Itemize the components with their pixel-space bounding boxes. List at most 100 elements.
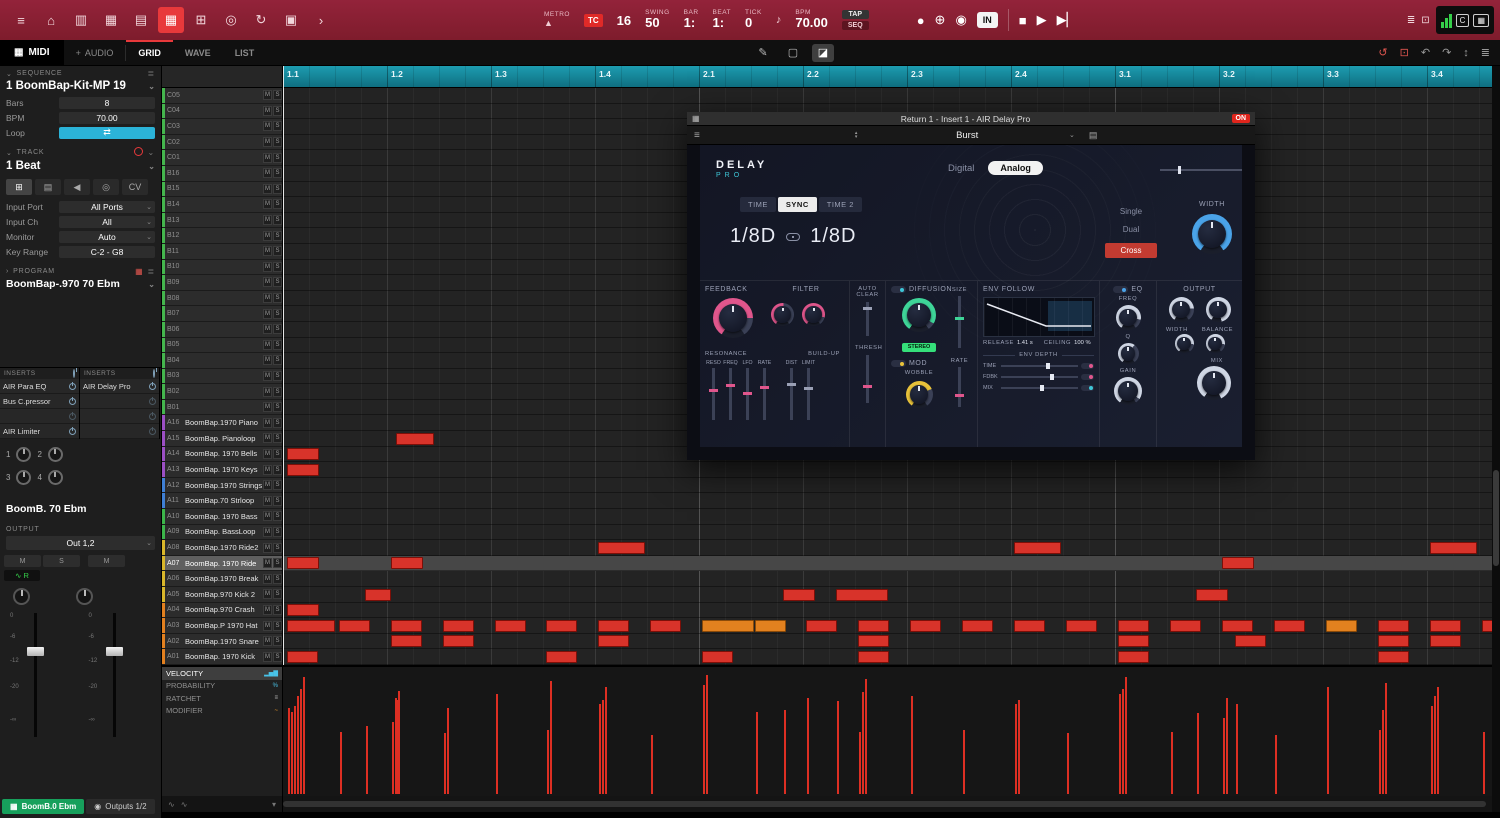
pad-solo-button[interactable]: S (273, 465, 282, 475)
pad-solo-button[interactable]: S (273, 106, 282, 116)
power-icon[interactable] (153, 369, 155, 378)
filter-low-knob[interactable] (771, 303, 794, 326)
playhead[interactable] (283, 66, 284, 665)
lane-tab-modifier[interactable]: MODIFIER~ (162, 705, 282, 718)
program-pads-icon[interactable]: ▦ (135, 267, 143, 276)
pad-solo-button[interactable]: S (273, 90, 282, 100)
window-icon[interactable]: ⊡ (1421, 15, 1429, 26)
tab-grid-view[interactable]: GRID (126, 40, 173, 66)
midi-note[interactable] (1482, 620, 1492, 632)
track-row-B08[interactable]: B08MS (162, 291, 283, 307)
midi-note[interactable] (391, 635, 422, 647)
midi-note[interactable] (546, 620, 577, 632)
midi-note[interactable] (598, 620, 629, 632)
undo-icon[interactable]: ↶ (1421, 46, 1430, 59)
pad-solo-button[interactable]: S (273, 121, 282, 131)
pencil-tool-icon[interactable]: ✎ (752, 44, 774, 62)
pan-knob-2[interactable] (76, 588, 93, 605)
pad-mute-button[interactable]: M (263, 309, 272, 319)
horizontal-scrollbar[interactable] (283, 796, 1492, 812)
velocity-bar[interactable] (862, 692, 864, 794)
pad-mute-button[interactable]: M (263, 231, 272, 241)
tab-wave-view[interactable]: WAVE (173, 40, 223, 66)
midi-note[interactable] (1066, 620, 1097, 632)
time-correct-value[interactable]: 16 (617, 13, 631, 28)
stop-button[interactable]: ■ (1019, 13, 1027, 28)
track-row-A14[interactable]: A14BoomBap. 1970 BellsMS (162, 447, 283, 463)
pad-solo-button[interactable]: S (273, 262, 282, 272)
track-row-B05[interactable]: B05MS (162, 338, 283, 354)
pad-solo-button[interactable]: S (273, 137, 282, 147)
pad-solo-button[interactable]: S (273, 215, 282, 225)
pad-mute-button[interactable]: M (263, 153, 272, 163)
track-row-B14[interactable]: B14MS (162, 197, 283, 213)
midi-note[interactable] (396, 433, 434, 445)
velocity-bar[interactable] (706, 675, 708, 794)
thresh-slider[interactable] (866, 355, 869, 403)
midi-note[interactable] (1118, 651, 1149, 663)
velocity-bar[interactable] (756, 712, 758, 794)
pad-solo-button[interactable]: S (273, 340, 282, 350)
track-row-A11[interactable]: A11BoomBap.70 StrloopMS (162, 493, 283, 509)
velocity-bar[interactable] (392, 722, 394, 794)
wobble-knob[interactable] (906, 381, 933, 408)
track-view-icon[interactable]: ⊞ (188, 7, 214, 33)
midi-note[interactable] (495, 620, 526, 632)
midi-note[interactable] (1196, 589, 1228, 601)
track-row-B16[interactable]: B16MS (162, 166, 283, 182)
velocity-bar[interactable] (1125, 677, 1127, 794)
lane-tab-velocity[interactable]: VELOCITY▂▅▇ (162, 667, 282, 680)
midi-note[interactable] (443, 620, 474, 632)
midi-note[interactable] (858, 635, 889, 647)
midi-note[interactable] (1222, 620, 1253, 632)
pan-knob-1[interactable] (13, 588, 30, 605)
power-icon[interactable] (149, 413, 156, 420)
velocity-bar[interactable] (1223, 718, 1225, 794)
wave-toggle-icon[interactable]: ∿ (181, 800, 188, 809)
character-slider[interactable] (1160, 169, 1242, 171)
insert-slot-empty[interactable] (0, 409, 79, 424)
vertical-zoom-icon[interactable]: ↕ (1463, 47, 1469, 59)
pad-mute-button[interactable]: M (263, 480, 272, 490)
program-name[interactable]: BoomBap-.970 70 Ebm ⌄ (0, 277, 161, 293)
time-tab[interactable]: TIME (740, 197, 776, 212)
channel-mixer-icon[interactable]: ▥ (68, 7, 94, 33)
track-row-A02[interactable]: A02BoomBap.1970 SnareMS (162, 634, 283, 650)
reso-slider[interactable]: RESO (705, 360, 722, 420)
chevron-down-icon[interactable]: ⌄ (6, 70, 13, 78)
bottom-tab-outputs[interactable]: ◉ Outputs 1/2 (86, 799, 154, 814)
pad-mute-button[interactable]: M (263, 621, 272, 631)
balance-knob[interactable] (1206, 334, 1225, 353)
env-fdbk-toggle[interactable] (1081, 374, 1094, 380)
volume-fader-2[interactable]: 0-6-12-20-∞ (81, 611, 160, 739)
track-row-A05[interactable]: A05BoomBap.970 Kick 2MS (162, 587, 283, 603)
track-row-C04[interactable]: C04MS (162, 104, 283, 120)
input-ch-select[interactable]: All⌄ (59, 216, 155, 228)
track-row-B13[interactable]: B13MS (162, 213, 283, 229)
dual-mode-option[interactable]: Dual (1105, 225, 1157, 234)
key-range-field[interactable]: C-2 - G8 (59, 246, 155, 258)
mod-rate-slider[interactable] (958, 367, 961, 407)
velocity-bar[interactable] (1275, 735, 1277, 794)
velocity-bar[interactable] (1122, 689, 1124, 794)
insert-slot[interactable]: AIR Limiter (0, 424, 79, 439)
env-mix-slider[interactable] (1001, 387, 1078, 389)
mix-knob[interactable] (1197, 366, 1231, 400)
qlink-knob-1[interactable] (16, 447, 31, 462)
velocity-bar[interactable] (303, 677, 305, 794)
midi-note[interactable] (858, 651, 889, 663)
lane-tab-probability[interactable]: PROBABILITY% (162, 680, 282, 693)
pad-solo-button[interactable]: S (273, 589, 282, 599)
midi-note[interactable] (1378, 635, 1409, 647)
pad-solo-button[interactable]: S (273, 496, 282, 506)
velocity-bar[interactable] (865, 679, 867, 794)
pad-solo-button[interactable]: S (273, 574, 282, 584)
fader-handle[interactable] (106, 647, 123, 656)
midi-note[interactable] (755, 620, 786, 632)
swing-value[interactable]: 50 (645, 16, 659, 30)
track-row-B12[interactable]: B12MS (162, 228, 283, 244)
midi-note[interactable] (1378, 620, 1409, 632)
env-mix-toggle[interactable] (1081, 385, 1094, 391)
velocity-bar[interactable] (1483, 732, 1485, 794)
insert-slot-empty[interactable] (80, 424, 159, 439)
